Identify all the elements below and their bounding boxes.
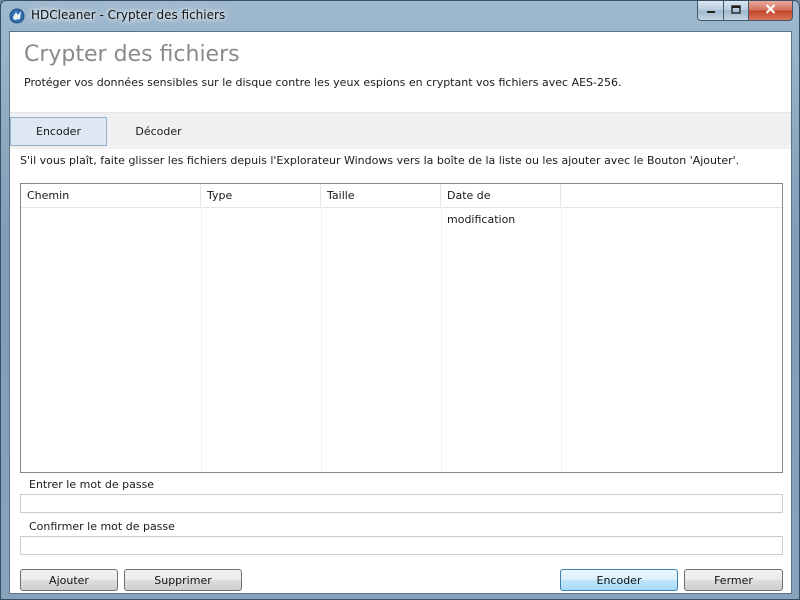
column-header-type[interactable]: Type [201,184,321,207]
close-icon [765,4,776,17]
title-bar[interactable]: HDCleaner - Crypter des fichiers [1,1,799,31]
tab-strip: Encoder Décoder [10,112,791,149]
column-header-modified-date[interactable]: Date de modification [441,184,561,226]
hdcleaner-app-icon[interactable] [9,8,25,24]
close-window-button[interactable] [749,1,793,21]
column-divider [321,207,322,472]
minimize-button[interactable] [697,1,724,21]
column-divider [561,207,562,472]
column-header-size[interactable]: Taille [321,184,441,207]
window-title: HDCleaner - Crypter des fichiers [31,8,226,22]
password-field[interactable] [20,494,783,513]
drag-drop-instructions: S'il vous plaît, faite glisser les fichi… [20,154,740,167]
client-area: Crypter des fichiers Protéger vos donnée… [9,31,792,594]
close-button[interactable]: Fermer [684,569,783,591]
confirm-password-field[interactable] [20,536,783,555]
page-title: Crypter des fichiers [24,42,240,67]
column-header-path[interactable]: Chemin [21,184,201,207]
minimize-icon [706,4,716,17]
file-list[interactable]: Chemin Type Taille Date de modification [20,183,783,473]
column-divider [201,207,202,472]
caption-buttons [697,1,793,21]
password-label: Entrer le mot de passe [29,478,155,491]
app-window: HDCleaner - Crypter des fichiers Crypter… [0,0,800,600]
tab-decoder[interactable]: Décoder [110,117,207,146]
add-button[interactable]: Ajouter [20,569,118,591]
tab-encoder[interactable]: Encoder [10,117,107,146]
encode-button[interactable]: Encoder [560,569,678,591]
maximize-icon [731,4,741,17]
maximize-button[interactable] [724,1,749,21]
column-divider [441,207,442,472]
page-subtitle: Protéger vos données sensibles sur le di… [24,76,622,89]
confirm-password-label: Confirmer le mot de passe [29,520,175,533]
file-list-header: Chemin Type Taille Date de modification [21,184,782,226]
remove-button[interactable]: Supprimer [124,569,242,591]
